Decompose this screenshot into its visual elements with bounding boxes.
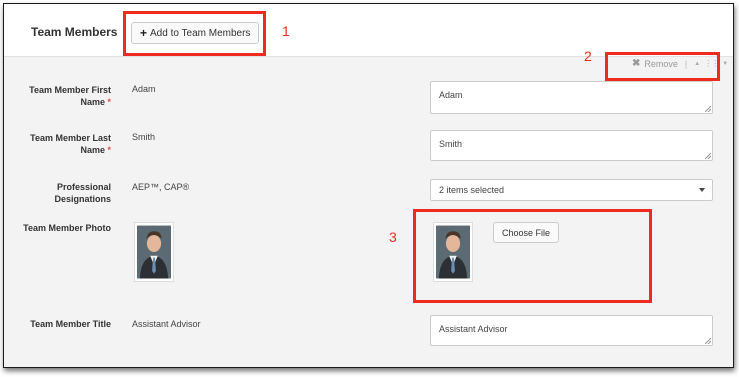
last-name-preview: Smith: [132, 132, 156, 142]
designations-preview: AEP™, CAP®: [132, 182, 190, 192]
resize-handle-icon[interactable]: [705, 106, 711, 112]
annotation-number-3: 3: [389, 229, 397, 245]
designations-label: Professional Designations: [54, 182, 111, 204]
designations-select-value: 2 items selected: [439, 185, 505, 195]
resize-handle-icon[interactable]: [705, 338, 711, 344]
title-preview: Assistant Advisor: [132, 319, 201, 329]
chevron-down-icon: [699, 188, 705, 192]
annotation-box-2: [605, 52, 720, 81]
required-marker: *: [107, 145, 111, 155]
last-name-label: Team Member Last Name *: [30, 133, 111, 155]
annotation-number-2: 2: [584, 48, 592, 64]
photo-label: Team Member Photo: [23, 223, 111, 233]
resize-handle-icon[interactable]: [705, 153, 711, 159]
last-name-input-value: Smith: [439, 139, 463, 149]
title-input[interactable]: Assistant Advisor: [430, 315, 713, 346]
annotation-number-1: 1: [282, 23, 290, 39]
annotation-box-3: [413, 209, 652, 303]
designations-select[interactable]: 2 items selected: [430, 179, 713, 201]
section-header: Team Members + Add to Team Members: [4, 4, 733, 57]
first-name-label: Team Member First Name *: [29, 85, 111, 107]
screenshot-frame: Team Members + Add to Team Members ✖ Rem…: [3, 3, 734, 368]
required-marker: *: [107, 97, 111, 107]
annotation-box-1: [123, 11, 266, 56]
photo-preview-thumbnail: [134, 222, 174, 282]
title-input-value: Assistant Advisor: [439, 324, 508, 334]
section-title: Team Members: [31, 25, 118, 39]
triangle-down-icon[interactable]: ▼: [722, 61, 728, 67]
first-name-input-value: Adam: [439, 90, 463, 100]
last-name-input[interactable]: Smith: [430, 130, 713, 161]
first-name-preview: Adam: [132, 84, 156, 94]
title-label: Team Member Title: [30, 319, 111, 329]
first-name-input[interactable]: Adam: [430, 81, 713, 114]
portrait-image: [137, 225, 171, 279]
